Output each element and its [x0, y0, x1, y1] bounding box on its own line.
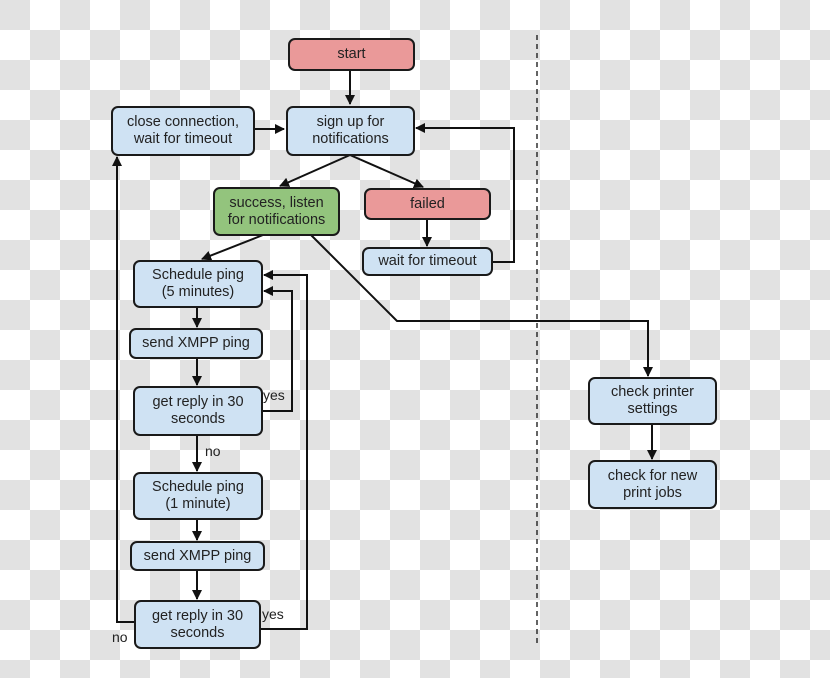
node-sign-up: sign up for notifications: [286, 106, 415, 156]
node-wait-timeout: wait for timeout: [362, 247, 493, 276]
node-failed: failed: [364, 188, 491, 220]
node-close-connection: close connection, wait for timeout: [111, 106, 255, 156]
node-success: success, listen for notifications: [213, 187, 340, 236]
node-get-reply-2: get reply in 30 seconds: [134, 600, 261, 649]
edge-label-no-2: no: [112, 629, 128, 645]
edge-reply2-yes: [260, 270, 308, 630]
node-get-reply-1: get reply in 30 seconds: [133, 386, 263, 436]
edge-label-no-1: no: [205, 443, 221, 459]
edge-signup-success: [279, 154, 351, 187]
edge-label-yes-1: yes: [263, 387, 285, 403]
node-check-jobs: check for new print jobs: [588, 460, 717, 509]
edge-success-schedule5: [201, 234, 264, 261]
node-schedule-ping-5min: Schedule ping (5 minutes): [133, 260, 263, 308]
node-send-ping-1: send XMPP ping: [129, 328, 263, 359]
flowchart-connectors: [112, 35, 657, 643]
node-check-printer: check printer settings: [588, 377, 717, 425]
node-schedule-ping-1min: Schedule ping (1 minute): [133, 472, 263, 520]
edge-signup-failed: [349, 154, 424, 188]
node-send-ping-2: send XMPP ping: [130, 541, 265, 571]
edge-label-yes-2: yes: [262, 606, 284, 622]
node-start: start: [288, 38, 415, 71]
